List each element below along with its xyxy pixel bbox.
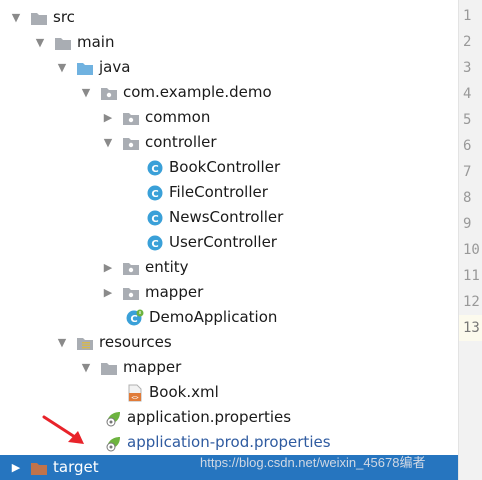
line-number: 1 (463, 8, 472, 24)
chevron-right-icon[interactable]: ▶ (102, 111, 114, 124)
line-number: 3 (463, 60, 472, 76)
tree-item-main[interactable]: ▼ main (0, 30, 458, 55)
source-folder-icon (76, 59, 94, 77)
package-icon (100, 84, 118, 102)
tree-item-src[interactable]: ▼ src (0, 5, 458, 30)
svg-text:C: C (151, 239, 158, 250)
tree-item-label: NewsController (169, 208, 284, 226)
tree-item-label: java (99, 58, 131, 76)
tree-item-label: mapper (145, 283, 204, 301)
tree-item-controller[interactable]: ▼ controller (0, 130, 458, 155)
java-class-icon: C (146, 184, 164, 202)
tree-item-label: resources (99, 333, 172, 351)
line-number: 5 (463, 112, 472, 128)
project-tree: ▼ src ▼ main ▼ java ▼ com.example.demo ▶… (0, 0, 458, 480)
tree-item-label: application.properties (127, 408, 292, 426)
line-number: 12 (463, 294, 480, 310)
folder-icon (54, 34, 72, 52)
tree-item-demo-application[interactable]: C DemoApplication (0, 305, 458, 330)
folder-icon (30, 9, 48, 27)
tree-item-resources[interactable]: ▼ resources (0, 330, 458, 355)
svg-text:C: C (151, 214, 158, 225)
line-number: 8 (463, 190, 472, 206)
chevron-right-icon[interactable]: ▶ (102, 286, 114, 299)
tree-item-label: controller (145, 133, 217, 151)
java-class-icon: C (146, 234, 164, 252)
chevron-right-icon[interactable]: ▶ (102, 261, 114, 274)
package-icon (122, 259, 140, 277)
package-icon (122, 284, 140, 302)
line-number: 4 (463, 86, 472, 102)
svg-text:C: C (130, 314, 137, 325)
editor-gutter: 1 2 3 4 5 6 7 8 9 10 11 12 13 (459, 0, 482, 480)
tree-item-label: DemoApplication (149, 308, 278, 326)
tree-item-label: src (53, 8, 75, 26)
tree-item-entity[interactable]: ▶ entity (0, 255, 458, 280)
chevron-down-icon[interactable]: ▼ (56, 61, 68, 74)
tree-item-label: target (53, 458, 99, 476)
tree-item-label: com.example.demo (123, 83, 272, 101)
watermark: https://blog.csdn.net/weixin_45678编者 (200, 455, 426, 470)
chevron-down-icon[interactable]: ▼ (56, 336, 68, 349)
line-number: 10 (463, 242, 480, 258)
spring-properties-icon (104, 409, 122, 427)
line-number: 2 (463, 34, 472, 50)
tree-item-label: BookController (169, 158, 281, 176)
tree-item-label: main (77, 33, 115, 51)
tree-item-label: UserController (169, 233, 277, 251)
package-icon (122, 134, 140, 152)
tree-item-mapper-folder[interactable]: ▼ mapper (0, 355, 458, 380)
resources-folder-icon (76, 334, 94, 352)
xml-file-icon: <> (126, 384, 144, 402)
tree-item-file-controller[interactable]: C FileController (0, 180, 458, 205)
tree-item-com-example-demo[interactable]: ▼ com.example.demo (0, 80, 458, 105)
tree-item-java[interactable]: ▼ java (0, 55, 458, 80)
java-class-icon: C (146, 159, 164, 177)
tree-item-book-controller[interactable]: C BookController (0, 155, 458, 180)
line-number: 7 (463, 164, 472, 180)
java-class-icon: C (146, 209, 164, 227)
spring-properties-icon (104, 434, 122, 452)
excluded-folder-icon (30, 459, 48, 477)
chevron-down-icon[interactable]: ▼ (10, 11, 22, 24)
line-number: 11 (463, 268, 480, 284)
tree-item-label: Book.xml (149, 383, 219, 401)
tree-item-user-controller[interactable]: C UserController (0, 230, 458, 255)
folder-icon (100, 359, 118, 377)
tree-item-common[interactable]: ▶ common (0, 105, 458, 130)
package-icon (122, 109, 140, 127)
chevron-right-icon[interactable]: ▶ (10, 461, 22, 474)
line-number: 9 (463, 216, 472, 232)
tree-item-label: FileController (169, 183, 268, 201)
chevron-down-icon[interactable]: ▼ (34, 36, 46, 49)
tree-item-label: entity (145, 258, 189, 276)
line-number: 6 (463, 138, 472, 154)
svg-text:C: C (151, 189, 158, 200)
tree-item-news-controller[interactable]: C NewsController (0, 205, 458, 230)
spring-boot-class-icon: C (126, 309, 144, 327)
line-number-current: 13 (459, 315, 482, 341)
chevron-down-icon[interactable]: ▼ (80, 86, 92, 99)
chevron-down-icon[interactable]: ▼ (80, 361, 92, 374)
tree-item-label: common (145, 108, 211, 126)
annotation-arrow-icon (42, 415, 84, 444)
tree-item-label: mapper (123, 358, 182, 376)
tree-item-book-xml[interactable]: <> Book.xml (0, 380, 458, 405)
svg-text:C: C (151, 164, 158, 175)
svg-text:<>: <> (131, 394, 139, 401)
chevron-down-icon[interactable]: ▼ (102, 136, 114, 149)
tree-item-mapper-package[interactable]: ▶ mapper (0, 280, 458, 305)
